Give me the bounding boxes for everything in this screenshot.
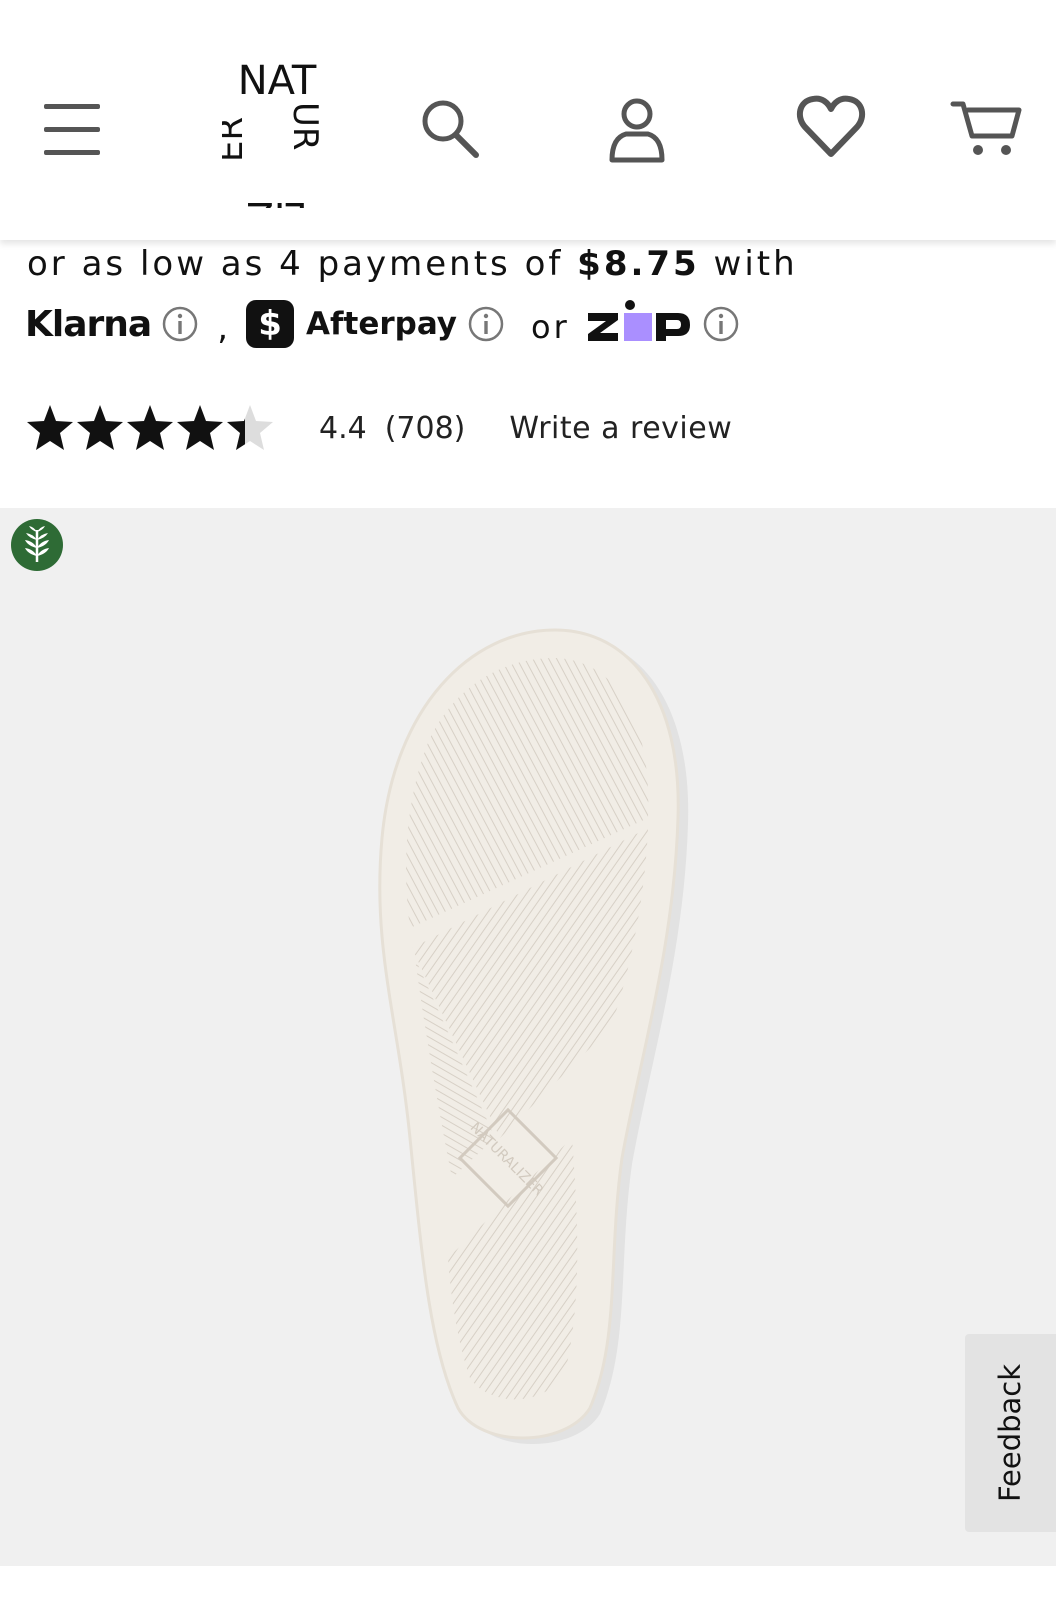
svg-text:NAT: NAT [238, 58, 317, 104]
product-image[interactable]: NATURALIZER [0, 508, 1056, 1566]
heart-icon[interactable] [796, 94, 866, 160]
afterpay-logo[interactable]: Afterpay [306, 306, 457, 342]
star-icon [27, 405, 73, 450]
naturalizer-logo[interactable]: NAT ER UR LIZ [222, 58, 332, 208]
eco-leaf-icon [11, 519, 63, 571]
feedback-tab[interactable]: Feedback [965, 1334, 1056, 1532]
account-icon[interactable] [604, 94, 670, 166]
svg-text:UR: UR [285, 102, 325, 151]
installment-text: or as low as 4 payments of $8.75 with [27, 244, 798, 284]
installment-prefix: or as low as 4 payments of [27, 244, 578, 284]
cart-icon[interactable] [950, 96, 1022, 160]
installment-suffix: with [699, 244, 798, 284]
zip-logo[interactable] [586, 299, 692, 349]
afterpay-info-icon[interactable] [467, 305, 505, 343]
site-header: NAT ER UR LIZ [0, 0, 1056, 240]
page: NAT ER UR LIZ o [0, 0, 1056, 1600]
star-icon [177, 405, 223, 450]
review-count[interactable]: (708) [385, 411, 466, 446]
search-icon[interactable] [418, 96, 484, 162]
or-text: or [531, 308, 570, 346]
rating-value: 4.4 [319, 410, 367, 446]
klarna-logo[interactable]: Klarna [25, 304, 152, 345]
star-icon [77, 405, 123, 450]
write-review-link[interactable]: Write a review [509, 411, 732, 446]
zip-info-icon[interactable] [702, 305, 740, 343]
star-rating[interactable] [25, 402, 275, 454]
provider-separator: , [217, 308, 229, 348]
rating-row: 4.4 (708) Write a review [25, 400, 732, 456]
feedback-label: Feedback [993, 1363, 1027, 1503]
shoe-sole-image: NATURALIZER [378, 628, 689, 1444]
star-icon [127, 405, 173, 450]
svg-text:ER: ER [222, 117, 251, 162]
payment-providers: Klarna , $ Afterpay or [25, 298, 740, 350]
installment-amount: $8.75 [577, 244, 700, 284]
svg-text:LIZ: LIZ [246, 193, 307, 208]
klarna-info-icon[interactable] [161, 305, 199, 343]
hamburger-menu-icon[interactable] [40, 98, 104, 162]
afterpay-icon[interactable]: $ [246, 300, 295, 348]
